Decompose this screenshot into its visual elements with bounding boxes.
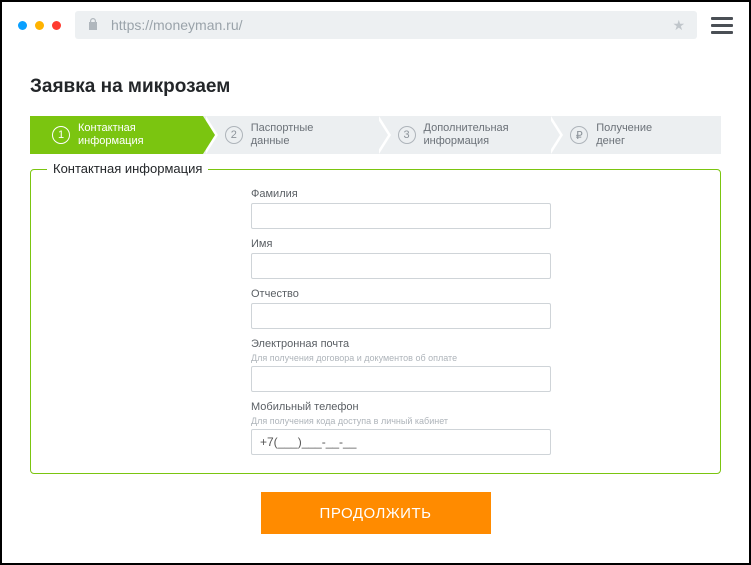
input-firstname[interactable] xyxy=(251,253,551,279)
field-phone: Мобильный телефон Для получения кода дос… xyxy=(251,401,551,455)
step-label: Получениеденег xyxy=(596,122,652,147)
step-number: 1 xyxy=(52,126,70,144)
step-label: Паспортныеданные xyxy=(251,122,314,147)
input-email[interactable] xyxy=(251,366,551,392)
input-middlename[interactable] xyxy=(251,303,551,329)
hint-email: Для получения договора и документов об о… xyxy=(251,353,551,363)
field-middlename: Отчество xyxy=(251,288,551,329)
step-indicator: 1 Контактнаяинформация 2 Паспортныеданны… xyxy=(30,116,721,154)
field-email: Электронная почта Для получения договора… xyxy=(251,338,551,392)
input-lastname[interactable] xyxy=(251,203,551,229)
menu-icon[interactable] xyxy=(711,17,733,34)
hint-phone: Для получения кода доступа в личный каби… xyxy=(251,416,551,426)
field-lastname: Фамилия xyxy=(251,188,551,229)
step-contact-info[interactable]: 1 Контактнаяинформация xyxy=(30,116,203,154)
app-window: https://moneyman.ru/ ★ Заявка на микроза… xyxy=(0,0,751,565)
window-controls xyxy=(18,21,61,30)
page-title: Заявка на микрозаем xyxy=(30,76,721,98)
page-content: Заявка на микрозаем 1 Контактнаяинформац… xyxy=(2,48,749,534)
input-phone[interactable] xyxy=(251,429,551,455)
ruble-icon: ₽ xyxy=(570,126,588,144)
contact-form-fieldset: Контактная информация Фамилия Имя Отчест… xyxy=(30,169,721,474)
window-dot[interactable] xyxy=(35,21,44,30)
label-firstname: Имя xyxy=(251,238,551,250)
step-additional[interactable]: 3 Дополнительнаяинформация xyxy=(376,116,549,154)
step-label: Дополнительнаяинформация xyxy=(424,122,509,147)
step-passport[interactable]: 2 Паспортныеданные xyxy=(203,116,376,154)
label-lastname: Фамилия xyxy=(251,188,551,200)
lock-icon xyxy=(87,17,99,34)
url-bar[interactable]: https://moneyman.ru/ ★ xyxy=(75,11,697,39)
fieldset-legend: Контактная информация xyxy=(47,161,208,176)
step-number: 3 xyxy=(398,126,416,144)
step-label: Контактнаяинформация xyxy=(78,122,144,147)
step-number: 2 xyxy=(225,126,243,144)
step-receive-money[interactable]: ₽ Получениеденег xyxy=(548,116,721,154)
browser-chrome: https://moneyman.ru/ ★ xyxy=(2,2,749,48)
field-firstname: Имя xyxy=(251,238,551,279)
continue-button[interactable]: ПРОДОЛЖИТЬ xyxy=(261,492,491,534)
label-email: Электронная почта xyxy=(251,338,551,350)
window-dot[interactable] xyxy=(52,21,61,30)
star-icon[interactable]: ★ xyxy=(672,17,685,34)
label-phone: Мобильный телефон xyxy=(251,401,551,413)
window-dot[interactable] xyxy=(18,21,27,30)
url-text: https://moneyman.ru/ xyxy=(111,17,243,33)
submit-area: ПРОДОЛЖИТЬ xyxy=(30,492,721,534)
label-middlename: Отчество xyxy=(251,288,551,300)
